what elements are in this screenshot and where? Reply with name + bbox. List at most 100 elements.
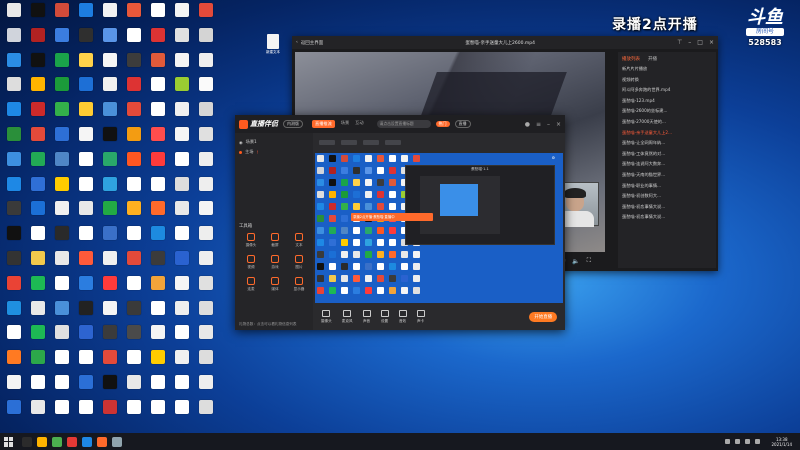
desktop-icon[interactable] [170, 324, 193, 349]
desktop-icon[interactable] [146, 275, 169, 300]
desktop-icon[interactable] [170, 200, 193, 225]
desktop-icon[interactable] [170, 126, 193, 151]
desktop-icon[interactable] [26, 250, 49, 275]
desktop-icon[interactable] [194, 76, 217, 101]
desktop-icon[interactable] [122, 151, 145, 176]
desktop-icon[interactable] [122, 275, 145, 300]
desktop-icon[interactable] [146, 200, 169, 225]
toolbox-item[interactable]: 截屏 [263, 233, 287, 255]
desktop-icon[interactable] [194, 176, 217, 201]
desktop-icon[interactable] [98, 151, 121, 176]
desktop-icon[interactable] [2, 2, 25, 27]
desktop-icon[interactable] [50, 349, 73, 374]
desktop-icon[interactable] [98, 324, 121, 349]
action-button[interactable]: 声音 [362, 309, 371, 324]
desktop-icon[interactable] [74, 324, 97, 349]
desktop-icon[interactable] [26, 300, 49, 325]
desktop-icon[interactable] [74, 349, 97, 374]
taskbar-app-icon[interactable] [22, 436, 32, 447]
desktop-icon[interactable] [170, 275, 193, 300]
desktop-icon[interactable] [98, 176, 121, 201]
playlist-item[interactable]: 蛋愁喵-连说阿大数奔... [622, 159, 712, 170]
desktop-icon[interactable] [194, 374, 217, 399]
toolbox-item[interactable]: 摄像头 [239, 233, 263, 255]
desktop-icon[interactable] [170, 76, 193, 101]
desktop-icon[interactable] [98, 126, 121, 151]
desktop-icon[interactable] [26, 176, 49, 201]
desktop-icon[interactable] [74, 76, 97, 101]
desktop-icon[interactable] [2, 399, 25, 424]
playlist-item[interactable]: 蛋愁喵-2600的坐标建... [622, 106, 712, 117]
network-icon[interactable] [735, 439, 741, 444]
desktop-icon[interactable] [146, 250, 169, 275]
stream-preview[interactable]: 蛋愁喵·1.1 录播2点开播·蛋愁喵·直播中 ⚙ [315, 153, 563, 303]
desktop-icon[interactable] [98, 27, 121, 52]
desktop-icon[interactable] [170, 399, 193, 424]
taskbar-app-icon[interactable] [82, 436, 92, 447]
close-icon[interactable]: × [709, 39, 714, 46]
start-live-button[interactable]: 开始直播 [529, 311, 557, 322]
share-icon[interactable]: ⚙ [552, 155, 555, 160]
desktop-icon[interactable] [50, 2, 73, 27]
desktop-icon[interactable] [50, 27, 73, 52]
desktop-icon[interactable] [194, 2, 217, 27]
desktop-icon[interactable] [74, 225, 97, 250]
desktop-icon[interactable] [74, 200, 97, 225]
tray-up-icon[interactable] [725, 439, 731, 444]
desktop-icon[interactable] [2, 275, 25, 300]
desktop-icon[interactable] [194, 300, 217, 325]
desktop-icon[interactable] [146, 300, 169, 325]
action-button[interactable]: 设置 [380, 309, 389, 324]
desktop-icon[interactable] [98, 300, 121, 325]
desktop-icon[interactable] [74, 374, 97, 399]
desktop-icon[interactable] [2, 225, 25, 250]
desktop-icon[interactable] [170, 250, 193, 275]
tab-interact[interactable]: 互动 [355, 120, 363, 128]
taskbar-app-icon[interactable] [67, 436, 77, 447]
desktop-icon[interactable] [194, 399, 217, 424]
desktop-icon[interactable] [170, 27, 193, 52]
pin-icon[interactable]: ⊤ [677, 39, 682, 46]
desktop-icon[interactable] [98, 2, 121, 27]
desktop-icon[interactable] [50, 126, 73, 151]
desktop-icon[interactable] [146, 225, 169, 250]
toolbox-item[interactable]: 媒体 [263, 277, 287, 299]
avatar[interactable]: ● [525, 121, 530, 128]
taskbar-app-icon[interactable] [97, 436, 107, 447]
desktop-icon[interactable] [74, 300, 97, 325]
desktop-icon[interactable] [2, 324, 25, 349]
desktop-icon[interactable] [26, 324, 49, 349]
desktop-icon[interactable] [2, 27, 25, 52]
desktop-icon[interactable] [74, 101, 97, 126]
menu-icon[interactable]: ≡ [536, 121, 541, 128]
desktop-icon[interactable] [146, 399, 169, 424]
desktop-icon[interactable] [2, 101, 25, 126]
desktop-icon[interactable] [2, 349, 25, 374]
desktop-icon[interactable] [194, 275, 217, 300]
desktop-icon[interactable] [98, 225, 121, 250]
volume-icon[interactable]: 🔈 [572, 258, 579, 265]
desktop-icon[interactable] [50, 151, 73, 176]
desktop-icon[interactable] [194, 101, 217, 126]
desktop-icon[interactable] [98, 275, 121, 300]
desktop-icon[interactable] [122, 399, 145, 424]
ime-icon[interactable] [755, 439, 761, 444]
desktop-icon[interactable] [2, 126, 25, 151]
player-titlebar[interactable]: ‹ 返回主界面 蛋愁喵-亲手送童大儿上2600.mp4 ⊤ – □ × [292, 36, 718, 49]
desktop-icon[interactable] [146, 349, 169, 374]
toolbar-chip[interactable] [385, 139, 401, 145]
playlist-item[interactable]: 视频转换 [622, 75, 712, 86]
desktop-icon[interactable] [122, 76, 145, 101]
desktop-icon[interactable] [50, 324, 73, 349]
action-button[interactable]: 麦克风 [342, 309, 353, 324]
desktop-icon[interactable] [50, 52, 73, 77]
desktop-icon[interactable] [146, 151, 169, 176]
desktop-icon[interactable] [74, 151, 97, 176]
back-label[interactable]: 返回主界面 [301, 40, 324, 46]
desktop-icon[interactable] [170, 176, 193, 201]
desktop-icon[interactable] [26, 151, 49, 176]
desktop-icon[interactable] [26, 101, 49, 126]
toolbox-item[interactable]: 显示器 [287, 277, 311, 299]
desktop-icon[interactable] [26, 200, 49, 225]
desktop-icon[interactable] [122, 374, 145, 399]
